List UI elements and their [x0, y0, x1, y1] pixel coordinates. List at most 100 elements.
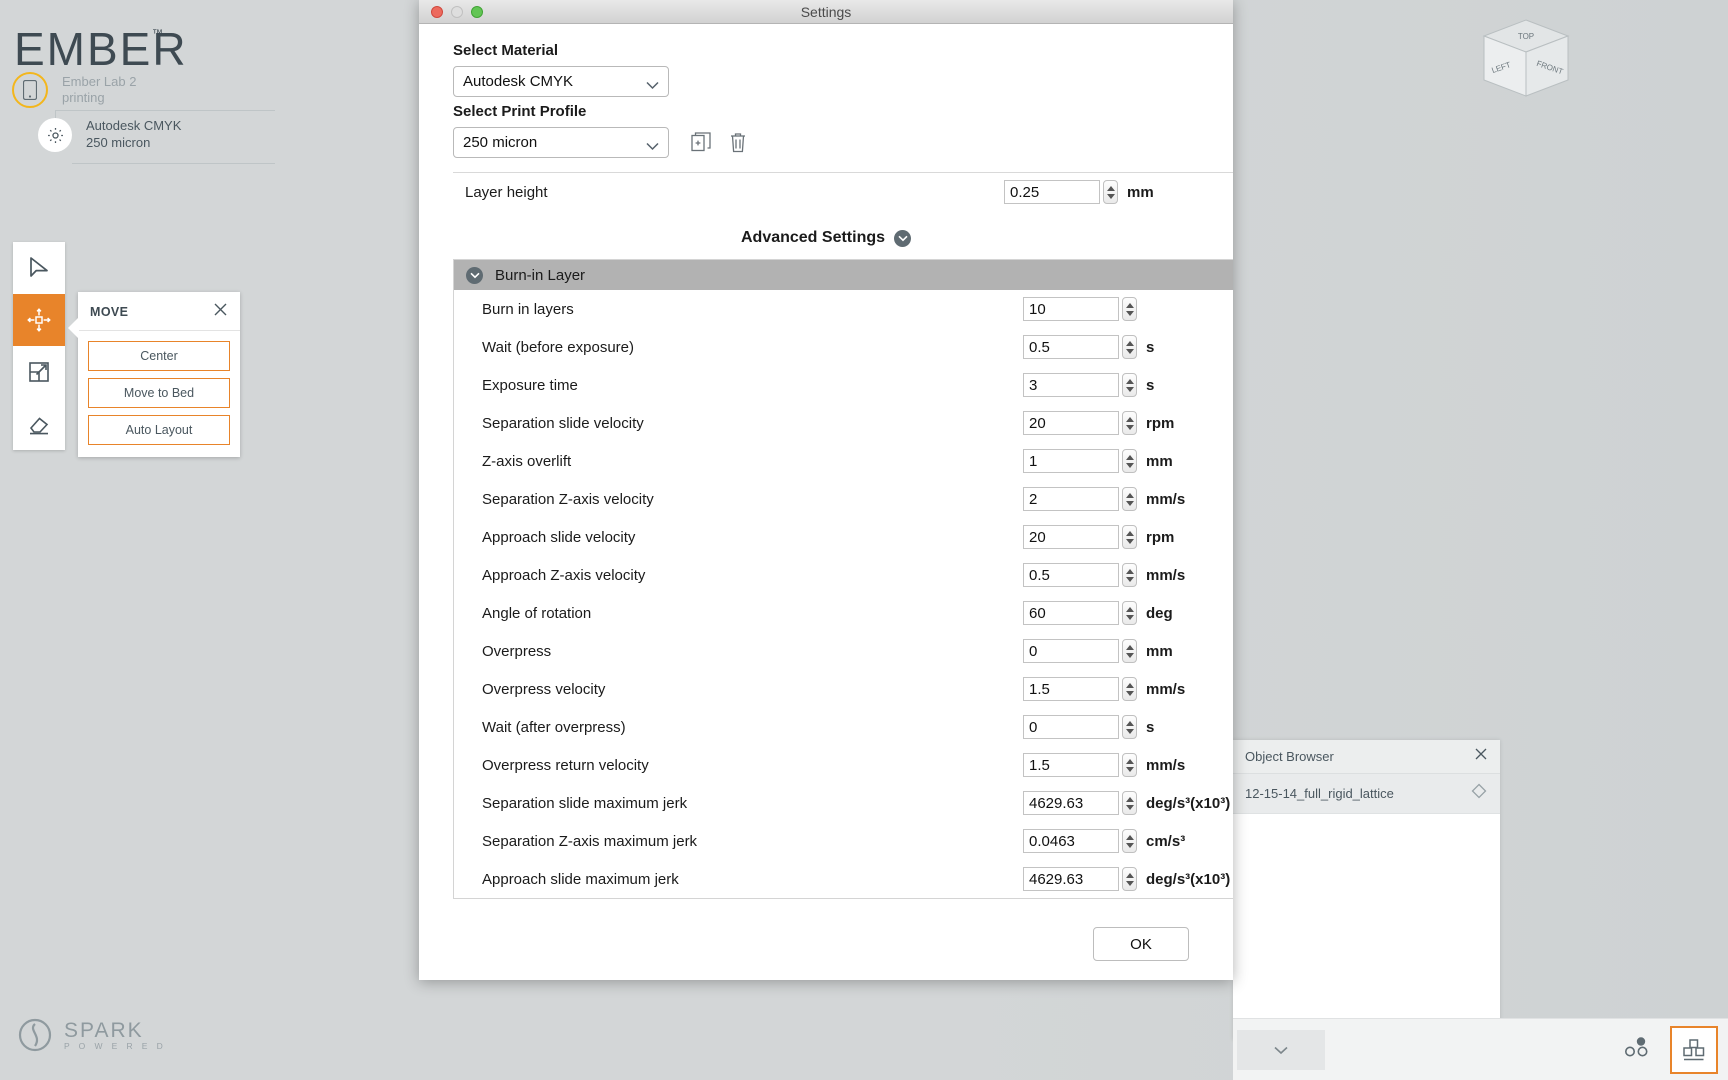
setting-label: Exposure time	[482, 377, 578, 394]
setting-label: Separation slide maximum jerk	[482, 795, 687, 812]
move-panel-body: Center Move to Bed Auto Layout	[78, 331, 240, 457]
setting-input[interactable]	[1023, 677, 1119, 701]
settings-row: Z-axis overliftmm	[454, 442, 1233, 480]
center-button[interactable]: Center	[88, 341, 230, 371]
setting-unit: mm	[1146, 643, 1233, 660]
setting-input[interactable]	[1023, 449, 1119, 473]
minimize-button[interactable]	[451, 6, 463, 18]
setting-stepper[interactable]	[1122, 867, 1137, 891]
print-profile-row: 250 micron	[437, 127, 1215, 158]
people-icon[interactable]	[1622, 1036, 1652, 1063]
chevron-down-circle-icon[interactable]	[894, 230, 911, 247]
setting-input[interactable]	[1023, 601, 1119, 625]
duplicate-icon[interactable]	[691, 132, 711, 153]
erase-tool[interactable]	[13, 398, 65, 450]
setting-input[interactable]	[1023, 525, 1119, 549]
setting-input[interactable]	[1023, 563, 1119, 587]
move-to-bed-button[interactable]: Move to Bed	[88, 378, 230, 408]
profile-material: Autodesk CMYK	[86, 118, 181, 135]
settings-row: Exposure time s	[454, 366, 1233, 404]
setting-unit: s	[1146, 719, 1233, 736]
chevron-down-circle-icon[interactable]	[466, 267, 483, 284]
select-tool[interactable]	[13, 242, 65, 294]
settings-row: Approach Z-axis velocitymm/s	[454, 556, 1233, 594]
view-cube[interactable]: TOP LEFT FRONT	[1478, 16, 1574, 113]
setting-input[interactable]	[1023, 373, 1119, 397]
setting-stepper[interactable]	[1122, 335, 1137, 359]
setting-input[interactable]	[1023, 867, 1119, 891]
setting-stepper[interactable]	[1122, 829, 1137, 853]
advanced-settings-header[interactable]: Advanced Settings	[437, 229, 1215, 247]
scale-tool[interactable]	[13, 346, 65, 398]
setting-input[interactable]	[1023, 753, 1119, 777]
auto-layout-button[interactable]: Auto Layout	[88, 415, 230, 445]
printer-item[interactable]: Ember Lab 2 printing	[12, 72, 136, 108]
setting-input[interactable]	[1023, 335, 1119, 359]
print-profile-select[interactable]: 250 micron	[453, 127, 669, 158]
layout-grid-icon[interactable]	[1670, 1026, 1718, 1074]
printer-icon	[12, 72, 48, 108]
dialog-titlebar: Settings	[419, 0, 1233, 24]
close-icon[interactable]	[213, 302, 228, 322]
setting-input[interactable]	[1023, 829, 1119, 853]
setting-stepper[interactable]	[1122, 563, 1137, 587]
setting-label: Burn in layers	[482, 301, 574, 318]
setting-input[interactable]	[1023, 715, 1119, 739]
settings-row: Overpress return velocitymm/s	[454, 746, 1233, 784]
material-label: Select Material	[453, 42, 1215, 59]
setting-label: Wait (before exposure)	[482, 339, 634, 356]
ok-button[interactable]: OK	[1093, 927, 1189, 961]
setting-stepper[interactable]	[1122, 297, 1137, 321]
move-tool[interactable]	[13, 294, 65, 346]
setting-stepper[interactable]	[1122, 753, 1137, 777]
setting-unit: s	[1146, 377, 1233, 394]
section-label: Burn-in Layer	[495, 267, 585, 284]
settings-row: Burn in layers	[454, 290, 1233, 328]
burn-in-layer-section-header[interactable]: Burn-in Layer	[454, 260, 1233, 290]
setting-stepper[interactable]	[1122, 525, 1137, 549]
printer-status: printing	[62, 90, 136, 106]
view-dropdown[interactable]	[1237, 1030, 1325, 1070]
setting-stepper[interactable]	[1122, 791, 1137, 815]
trash-icon[interactable]	[729, 132, 747, 153]
setting-unit: mm/s	[1146, 681, 1233, 698]
zoom-button[interactable]	[471, 6, 483, 18]
setting-stepper[interactable]	[1122, 487, 1137, 511]
close-button[interactable]	[431, 6, 443, 18]
material-select[interactable]: Autodesk CMYK	[453, 66, 669, 97]
setting-unit: mm/s	[1146, 491, 1233, 508]
setting-control: deg/s³(x10³)	[1023, 867, 1233, 891]
close-icon[interactable]	[1474, 747, 1488, 766]
settings-rows: Burn in layersWait (before exposure)sExp…	[454, 290, 1233, 898]
setting-stepper[interactable]	[1122, 373, 1137, 397]
object-browser-header: Object Browser	[1233, 740, 1500, 774]
layer-height-input[interactable]	[1004, 180, 1100, 204]
setting-stepper[interactable]	[1122, 677, 1137, 701]
diamond-outline-icon[interactable]	[1470, 782, 1488, 805]
chevron-down-icon	[1273, 1045, 1289, 1055]
setting-stepper[interactable]	[1122, 715, 1137, 739]
list-item[interactable]: 12-15-14_full_rigid_lattice	[1233, 774, 1500, 814]
setting-unit: deg	[1146, 605, 1233, 622]
setting-input[interactable]	[1023, 411, 1119, 435]
printer-text: Ember Lab 2 printing	[62, 74, 136, 107]
setting-stepper[interactable]	[1122, 639, 1137, 663]
profile-item[interactable]: Autodesk CMYK 250 micron	[38, 118, 181, 152]
spark-wordmark: SPARK	[64, 1020, 166, 1042]
setting-input[interactable]	[1023, 791, 1119, 815]
eraser-icon	[27, 413, 51, 435]
setting-stepper[interactable]	[1122, 449, 1137, 473]
settings-row: Separation slide velocityrpm	[454, 404, 1233, 442]
setting-control	[1023, 297, 1233, 321]
object-browser-panel: Object Browser 12-15-14_full_rigid_latti…	[1233, 740, 1500, 1040]
setting-input[interactable]	[1023, 639, 1119, 663]
setting-stepper[interactable]	[1122, 411, 1137, 435]
setting-stepper[interactable]	[1122, 601, 1137, 625]
setting-input[interactable]	[1023, 487, 1119, 511]
layer-height-stepper[interactable]	[1103, 180, 1118, 204]
setting-input[interactable]	[1023, 297, 1119, 321]
setting-unit: mm/s	[1146, 567, 1233, 584]
ember-application: EMBER ™ Ember Lab 2 printing	[0, 0, 1728, 1080]
object-browser-title: Object Browser	[1245, 749, 1334, 764]
tool-strip	[13, 242, 65, 450]
